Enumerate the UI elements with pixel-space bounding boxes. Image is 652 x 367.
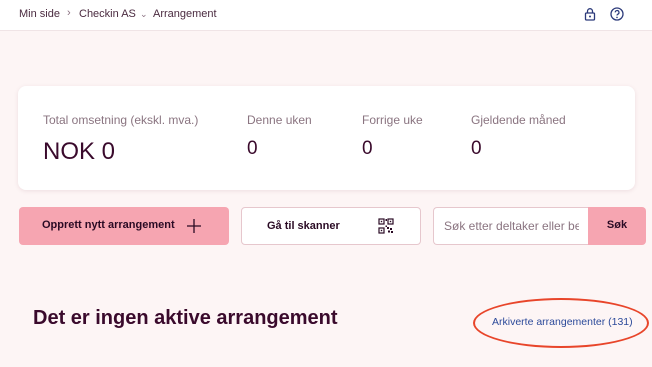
lock-icon[interactable] bbox=[583, 7, 597, 21]
chevron-down-icon[interactable]: ⌄ bbox=[140, 9, 148, 20]
total-revenue-value: NOK 0 bbox=[43, 138, 116, 165]
search-button[interactable]: Søk bbox=[588, 207, 646, 245]
no-active-events-heading: Det er ingen aktive arrangement bbox=[33, 307, 338, 329]
create-event-label: Opprett nytt arrangement bbox=[42, 219, 175, 231]
total-revenue-label: Total omsetning (ekskl. mva.) bbox=[43, 113, 199, 127]
revenue-stats-card: Total omsetning (ekskl. mva.) NOK 0 Denn… bbox=[18, 86, 635, 190]
breadcrumb-item-min-side[interactable]: Min side bbox=[19, 8, 60, 20]
qr-code-icon bbox=[378, 218, 394, 234]
breadcrumb-separator-icon: › bbox=[67, 7, 71, 19]
help-icon[interactable] bbox=[610, 7, 624, 21]
archived-events-link[interactable]: Arkiverte arrangementer (131) bbox=[492, 316, 633, 328]
participant-search-input[interactable] bbox=[433, 207, 589, 245]
create-event-button[interactable]: Opprett nytt arrangement bbox=[19, 207, 229, 245]
current-month-value: 0 bbox=[471, 138, 482, 159]
top-bar: Min side › Checkin AS ⌄ Arrangement bbox=[0, 0, 652, 31]
current-month-label: Gjeldende måned bbox=[471, 113, 566, 127]
breadcrumb-item-checkin-as[interactable]: Checkin AS bbox=[79, 8, 136, 20]
plus-icon bbox=[187, 219, 201, 233]
previous-week-value: 0 bbox=[362, 138, 373, 159]
go-to-scanner-button[interactable]: Gå til skanner bbox=[241, 207, 421, 245]
go-to-scanner-label: Gå til skanner bbox=[267, 220, 340, 232]
this-week-label: Denne uken bbox=[247, 113, 312, 127]
this-week-value: 0 bbox=[247, 138, 258, 159]
search-button-label: Søk bbox=[606, 219, 628, 231]
breadcrumb-item-arrangement: Arrangement bbox=[153, 8, 217, 20]
previous-week-label: Forrige uke bbox=[362, 113, 423, 127]
